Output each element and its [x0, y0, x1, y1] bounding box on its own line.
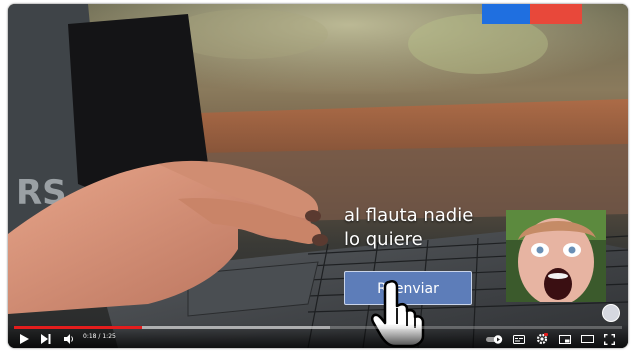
miniplayer-icon[interactable] — [558, 332, 572, 346]
caption-line-2: lo quiere — [344, 229, 423, 250]
progress-bar[interactable] — [14, 326, 622, 329]
gear-icon[interactable] — [535, 332, 549, 346]
time-total: 1:25 — [102, 333, 116, 340]
play-icon[interactable] — [18, 332, 30, 346]
progress-played — [14, 326, 142, 329]
video-player[interactable]: RS al flauta nadie lo quiere Reenviar 0:… — [8, 4, 628, 348]
theater-icon[interactable] — [580, 332, 594, 346]
time-display: 0:18 / 1:25 — [83, 333, 116, 340]
flag-blue-stripe — [482, 4, 530, 24]
fullscreen-icon[interactable] — [602, 332, 616, 346]
subtitles-icon[interactable] — [512, 332, 526, 346]
autoplay-toggle-icon[interactable] — [486, 332, 504, 346]
channel-watermark-icon[interactable] — [602, 304, 620, 322]
caption-line-1: al flauta nadie — [344, 205, 474, 226]
volume-icon[interactable] — [63, 332, 75, 346]
flag-red-stripe — [530, 4, 582, 24]
overlay-caption: al flauta nadie lo quiere — [344, 204, 473, 252]
next-icon[interactable] — [40, 332, 52, 346]
player-controls-bar: 0:18 / 1:25 — [8, 324, 628, 348]
time-separator: / — [98, 333, 101, 340]
reaction-face-thumbnail — [506, 210, 606, 302]
time-current: 0:18 — [83, 333, 97, 340]
